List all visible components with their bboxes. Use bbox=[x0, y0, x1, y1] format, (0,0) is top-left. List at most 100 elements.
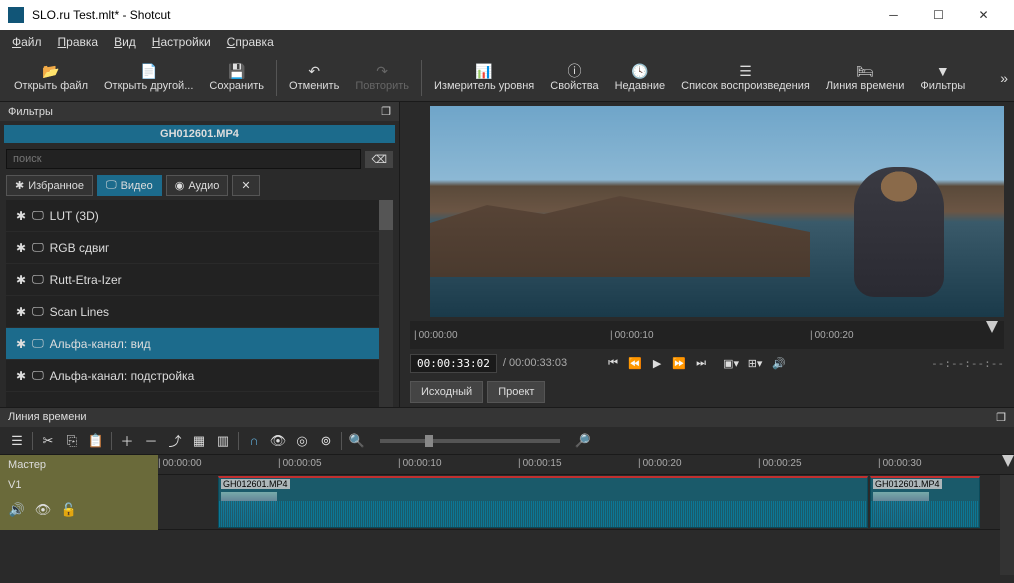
timeline-tracks-area[interactable]: 00:00:0000:00:0500:00:1000:00:1500:00:20… bbox=[158, 455, 1014, 575]
filter-list: ✱🖵LUT (3D)✱🖵RGB сдвиг✱🖵Rutt-Etra-Izer✱🖵S… bbox=[6, 200, 393, 407]
menu-help[interactable]: Справка bbox=[221, 33, 280, 51]
mute-button[interactable]: 🔊 bbox=[8, 501, 26, 519]
undo-button[interactable]: ↶Отменить bbox=[281, 58, 347, 98]
ripple-all-button[interactable]: ⊚ bbox=[317, 432, 335, 450]
snap-button[interactable]: ∩ bbox=[245, 432, 263, 450]
zoom-in-button[interactable]: 🔎 bbox=[574, 432, 592, 450]
maximize-button[interactable]: ☐ bbox=[916, 0, 961, 30]
monitor-icon: 🖵 bbox=[32, 304, 44, 319]
play-button[interactable]: ▶ bbox=[647, 353, 667, 373]
timeline-ruler-tick: 00:00:20 bbox=[638, 458, 682, 469]
video-preview[interactable] bbox=[430, 106, 1004, 317]
preview-ruler[interactable]: 00:00:00 00:00:10 00:00:20 bbox=[410, 321, 1004, 349]
panel-restore-icon[interactable]: ❐ bbox=[381, 105, 391, 118]
transport-controls: 00:00:33:02 / 00:00:33:03 ⏮ ⏪ ▶ ⏩ ⏭ ▣▾ ⊞… bbox=[400, 349, 1014, 377]
ripple-button[interactable]: ◎ bbox=[293, 432, 311, 450]
zoom-slider[interactable] bbox=[380, 439, 560, 443]
filter-item[interactable]: ✱ 🖵 Scan Lines bbox=[6, 296, 393, 328]
redo-label: Повторить bbox=[355, 80, 409, 92]
timeline-track-headers: Мастер V1 🔊 👁 🔓 bbox=[0, 455, 158, 575]
master-track-header[interactable]: Мастер bbox=[0, 455, 158, 475]
project-tab[interactable]: Проект bbox=[487, 381, 545, 403]
timeline-ruler-tick: 00:00:30 bbox=[878, 458, 922, 469]
timeline-button[interactable]: 🛏Линия времени bbox=[818, 58, 913, 98]
filters-button[interactable]: ▼Фильтры bbox=[912, 58, 973, 98]
star-icon: ✱ bbox=[16, 273, 26, 287]
peak-meter-button[interactable]: 📊Измеритель уровня bbox=[426, 58, 542, 98]
clear-search-button[interactable]: ⌫ bbox=[365, 151, 393, 168]
skip-next-button[interactable]: ⏭ bbox=[691, 353, 711, 373]
filter-search-input[interactable] bbox=[6, 149, 361, 169]
timeline-menu-button[interactable]: ☰ bbox=[8, 432, 26, 450]
redo-button[interactable]: ↷Повторить bbox=[347, 58, 417, 98]
timeline-ruler-tick: 00:00:10 bbox=[398, 458, 442, 469]
hide-button[interactable]: 👁 bbox=[34, 501, 52, 519]
filter-item[interactable]: ✱🖵RGB сдвиг bbox=[6, 232, 393, 264]
paste-button[interactable]: 📋 bbox=[87, 432, 105, 450]
timeline-clip[interactable]: GH012601.MP4 bbox=[870, 476, 980, 528]
main-toolbar: 📂Открыть файл📄Открыть другой...💾Сохранит… bbox=[0, 54, 1014, 102]
timeline-scrollbar-vertical[interactable] bbox=[1000, 475, 1014, 575]
menu-edit[interactable]: Правка bbox=[52, 33, 105, 51]
cut-button[interactable]: ✂ bbox=[39, 432, 57, 450]
split-button[interactable]: ▥ bbox=[214, 432, 232, 450]
filter-list-scrollbar[interactable] bbox=[379, 200, 393, 407]
preview-playhead[interactable] bbox=[986, 321, 998, 333]
preview-panel: 00:00:00 00:00:10 00:00:20 00:00:33:02 /… bbox=[400, 102, 1014, 407]
timeline-ruler-tick: 00:00:25 bbox=[758, 458, 802, 469]
in-out-display: --:--:--:-- bbox=[931, 357, 1004, 370]
filter-item-label: Scan Lines bbox=[50, 305, 109, 319]
tab-audio[interactable]: ◉Аудио bbox=[166, 175, 229, 196]
playlist-button[interactable]: ☰Список воспроизведения bbox=[673, 58, 818, 98]
save-button[interactable]: 💾Сохранить bbox=[201, 58, 272, 98]
timeline-label: Линия времени bbox=[826, 80, 905, 92]
minimize-button[interactable]: ─ bbox=[871, 0, 916, 30]
star-icon: ✱ bbox=[16, 305, 26, 319]
menubar: Файл Правка Вид Настройки Справка bbox=[0, 30, 1014, 54]
overwrite-button[interactable]: ▦ bbox=[190, 432, 208, 450]
tab-video[interactable]: 🖵Видео bbox=[97, 175, 162, 196]
timeline-restore-icon[interactable]: ❐ bbox=[996, 411, 1006, 424]
ruler-tick: 00:00:00 bbox=[414, 330, 458, 341]
menu-file[interactable]: Файл bbox=[6, 33, 48, 51]
scrub-button[interactable]: 👁 bbox=[269, 432, 287, 450]
filters-panel-header: Фильтры ❐ bbox=[0, 102, 399, 121]
track-v1-header[interactable]: V1 🔊 👁 🔓 bbox=[0, 475, 158, 530]
rewind-button[interactable]: ⏪ bbox=[625, 353, 645, 373]
recent-button[interactable]: 🕓Недавние bbox=[607, 58, 674, 98]
grid-dropdown-button[interactable]: ⊞▾ bbox=[745, 353, 765, 373]
titlebar: SLO.ru Test.mlt* - Shotcut ─ ☐ ✕ bbox=[0, 0, 1014, 30]
tab-favorite[interactable]: ✱Избранное bbox=[6, 175, 93, 196]
zoom-out-button[interactable]: 🔍 bbox=[348, 432, 366, 450]
open-other-button[interactable]: 📄Открыть другой... bbox=[96, 58, 201, 98]
star-icon: ✱ bbox=[16, 209, 26, 223]
filter-item[interactable]: ✱🖵Альфа-канал: подстройка bbox=[6, 360, 393, 392]
skip-previous-button[interactable]: ⏮ bbox=[603, 353, 623, 373]
filter-item[interactable]: ✱🖵LUT (3D) bbox=[6, 200, 393, 232]
current-clip-chip[interactable]: GH012601.MP4 bbox=[4, 125, 395, 143]
track-v1[interactable]: GH012601.MP4GH012601.MP4 bbox=[158, 475, 1014, 530]
close-button[interactable]: ✕ bbox=[961, 0, 1006, 30]
filter-item-label: LUT (3D) bbox=[50, 209, 99, 223]
properties-button[interactable]: ⓘСвойства bbox=[542, 58, 606, 98]
timeline-clip[interactable]: GH012601.MP4 bbox=[218, 476, 868, 528]
remove-button[interactable]: － bbox=[142, 432, 160, 450]
timeline-ruler[interactable]: 00:00:0000:00:0500:00:1000:00:1500:00:20… bbox=[158, 455, 1014, 475]
filter-item[interactable]: ✱🖵Rutt-Etra-Izer bbox=[6, 264, 393, 296]
filter-item[interactable]: ✱🖵Альфа-канал: вид bbox=[6, 328, 393, 360]
lift-button[interactable]: ⤴ bbox=[166, 432, 184, 450]
open-file-button[interactable]: 📂Открыть файл bbox=[6, 58, 96, 98]
toolbar-overflow-button[interactable]: » bbox=[1000, 70, 1008, 86]
lock-button[interactable]: 🔓 bbox=[60, 501, 78, 519]
menu-view[interactable]: Вид bbox=[108, 33, 142, 51]
fast-forward-button[interactable]: ⏩ bbox=[669, 353, 689, 373]
close-filter-list-button[interactable]: ✕ bbox=[232, 175, 259, 196]
volume-button[interactable]: 🔊 bbox=[769, 353, 789, 373]
copy-button[interactable]: ⎘ bbox=[63, 432, 81, 450]
zoom-dropdown-button[interactable]: ▣▾ bbox=[721, 353, 741, 373]
timecode-display[interactable]: 00:00:33:02 bbox=[410, 354, 497, 373]
monitor-icon: 🖵 bbox=[32, 272, 44, 287]
menu-settings[interactable]: Настройки bbox=[146, 33, 217, 51]
append-button[interactable]: ＋ bbox=[118, 432, 136, 450]
source-tab[interactable]: Исходный bbox=[410, 381, 483, 403]
